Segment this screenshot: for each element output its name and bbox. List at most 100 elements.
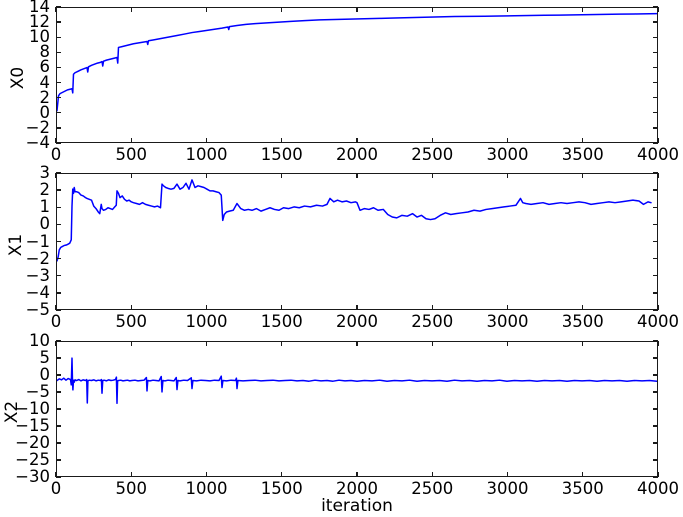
y-tick-mark-right — [653, 459, 658, 461]
plot-line-x2 — [57, 342, 657, 476]
y-tick-mark-right — [653, 142, 658, 144]
x-tick-label: 4000 — [637, 479, 679, 498]
x-tick-mark-top — [582, 341, 584, 346]
x-tick-mark — [431, 305, 433, 310]
y-tick-mark — [56, 112, 61, 114]
x-tick-mark-top — [281, 341, 283, 346]
y-tick-mark — [56, 66, 61, 69]
x-tick-mark — [130, 138, 132, 143]
x-tick-label: 3500 — [561, 479, 604, 498]
y-tick-mark — [56, 391, 61, 393]
y-tick-mark — [56, 340, 61, 342]
x-tick-mark-top — [356, 173, 358, 178]
y-tick-mark — [56, 172, 61, 174]
y-tick-mark — [56, 142, 61, 144]
y-tick-mark-right — [653, 240, 658, 243]
x-tick-mark-top — [55, 173, 57, 178]
x-tick-label: 500 — [115, 312, 148, 331]
x-tick-mark-top — [55, 7, 57, 12]
y-tick-mark — [56, 374, 61, 376]
y-tick-label: −4 — [25, 282, 50, 302]
x-tick-mark-top — [431, 7, 433, 12]
x-tick-mark-top — [657, 173, 659, 178]
x-tick-mark — [130, 472, 132, 477]
x-tick-label: 2000 — [336, 312, 378, 331]
x-tick-mark — [55, 472, 57, 477]
y-tick-mark-right — [653, 6, 658, 8]
x-tick-mark — [356, 472, 358, 477]
x-tick-mark-top — [657, 341, 659, 346]
x-tick-label: 1000 — [185, 145, 228, 164]
x-tick-label: 1500 — [260, 312, 303, 331]
y-tick-mark — [56, 189, 61, 191]
x-tick-mark — [205, 138, 208, 143]
x-tick-mark-top — [130, 173, 132, 178]
y-tick-mark — [56, 476, 61, 478]
y-tick-mark-right — [653, 275, 658, 277]
y-tick-mark — [56, 442, 61, 444]
x-tick-label: 3000 — [486, 479, 529, 498]
plot-area-x0 — [56, 7, 658, 143]
y-tick-label: 1 — [39, 197, 51, 217]
x-tick-mark-top — [582, 173, 584, 178]
y-tick-mark-right — [653, 476, 658, 478]
y-tick-mark — [56, 81, 61, 84]
x-tick-label: 1000 — [185, 479, 228, 498]
y-tick-mark-right — [653, 374, 658, 376]
y-tick-mark-right — [653, 206, 658, 208]
y-tick-mark-right — [653, 223, 658, 226]
x-tick-mark — [281, 138, 283, 143]
x-tick-mark — [356, 305, 358, 310]
y-tick-mark-right — [653, 340, 658, 342]
x-tick-mark-top — [356, 7, 358, 12]
x-tick-mark — [431, 138, 433, 143]
x-tick-mark-top — [431, 341, 433, 346]
y-tick-mark-right — [653, 112, 658, 114]
y-tick-mark-right — [653, 391, 658, 393]
y-tick-mark — [56, 96, 61, 99]
x-tick-mark — [582, 472, 584, 477]
x-tick-mark-top — [130, 341, 132, 346]
y-tick-mark — [56, 223, 61, 226]
y-tick-label: 0 — [39, 214, 51, 234]
y-tick-mark — [56, 459, 61, 461]
y-tick-label: 3 — [39, 163, 51, 182]
x-tick-label: 3500 — [561, 145, 604, 164]
y-tick-mark — [56, 357, 61, 359]
y-tick-mark — [56, 206, 61, 208]
subplot-x2: X2 iteration 10 5 0 −5 −10 −15 −20 −25 −30 0 500 10… — [0, 332, 683, 517]
x-tick-label: 2000 — [336, 479, 378, 498]
x-tick-mark — [281, 305, 283, 310]
x-tick-mark-top — [205, 341, 208, 346]
x-tick-label: 2500 — [411, 312, 454, 331]
y-tick-mark — [56, 51, 61, 54]
y-tick-mark — [56, 21, 61, 23]
x-tick-label: 3000 — [486, 312, 529, 331]
y-tick-mark-right — [653, 257, 658, 260]
x-tick-mark — [582, 305, 584, 310]
y-tick-label: −2 — [25, 248, 50, 268]
x-tick-mark-top — [506, 173, 509, 178]
y-tick-mark — [56, 408, 61, 410]
x-tick-mark-top — [55, 341, 57, 346]
y-tick-mark — [56, 292, 61, 294]
x-tick-label: 0 — [50, 479, 62, 498]
x-tick-label: 1500 — [260, 145, 303, 164]
plot-line-x1 — [57, 174, 657, 309]
subplot-x1: X1 3 2 1 0 −1 −2 −3 −4 −5 0 500 1000 1500 2000 2500 300… — [0, 163, 683, 338]
x-tick-mark-top — [506, 341, 509, 346]
x-tick-label: 3000 — [486, 145, 529, 164]
x-tick-label: 500 — [115, 145, 148, 164]
subplot-x0: X0 14 12 10 8 6 4 2 0 −2 −4 0 500 1000 1500 2000 2500 30… — [0, 0, 683, 170]
x-tick-mark — [205, 305, 208, 310]
x-tick-label: 500 — [115, 479, 148, 498]
x-tick-label: 2500 — [411, 145, 454, 164]
y-tick-mark — [56, 309, 61, 311]
y-tick-mark — [56, 240, 61, 243]
y-tick-label: 2 — [39, 180, 51, 200]
y-tick-mark-right — [653, 36, 658, 38]
x-axis-label: iteration — [321, 496, 393, 516]
plot-line-x0 — [57, 8, 657, 142]
x-tick-label: 3500 — [561, 312, 604, 331]
x-tick-label: 0 — [50, 145, 62, 164]
